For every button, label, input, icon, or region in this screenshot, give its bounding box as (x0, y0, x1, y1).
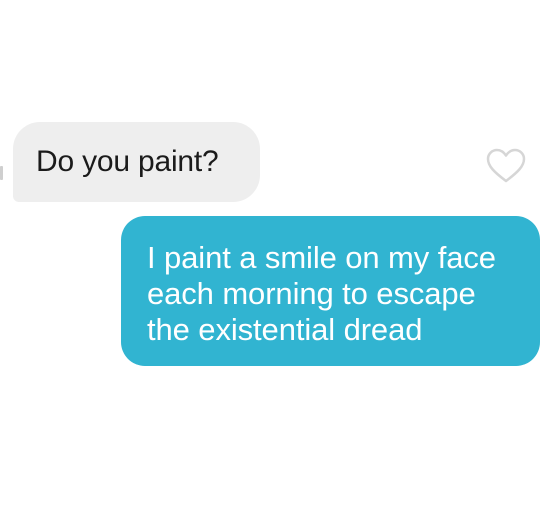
sent-message-bubble[interactable]: I paint a smile on my face each morning … (121, 216, 540, 366)
received-message-bubble[interactable]: Do you paint? (13, 122, 260, 202)
sent-message-line: the existential dread (147, 312, 423, 347)
chat-screen: Do you paint? I paint a smile on my face… (0, 0, 554, 506)
heart-outline-icon[interactable] (486, 148, 526, 184)
avatar-edge (0, 166, 3, 180)
received-message-text: Do you paint? (36, 145, 219, 178)
sent-message-line: I paint a smile on my face (147, 240, 496, 275)
sent-message-line: each morning to escape (147, 276, 476, 311)
